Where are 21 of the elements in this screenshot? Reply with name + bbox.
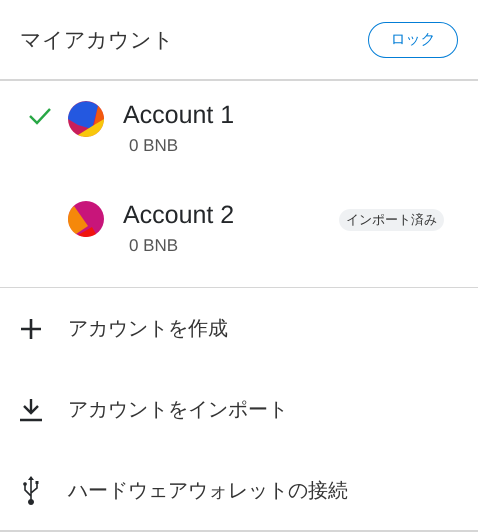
avatar-icon bbox=[68, 201, 104, 237]
menu-item-label: アカウントを作成 bbox=[68, 315, 228, 342]
menu-item[interactable]: アカウントをインポート bbox=[0, 369, 478, 450]
account-balance: 0 BNB bbox=[129, 136, 180, 156]
imported-badge: インポート済み bbox=[339, 209, 444, 231]
lock-button[interactable]: ロック bbox=[368, 22, 458, 58]
plus-icon bbox=[19, 316, 43, 340]
usb-icon bbox=[23, 476, 39, 506]
avatar-icon bbox=[68, 101, 104, 137]
menu-title: マイアカウント bbox=[20, 26, 174, 54]
account-item[interactable]: Account 1 0 BNB bbox=[0, 83, 478, 183]
check-icon bbox=[28, 107, 52, 125]
menu-item-label: ハードウェアウォレットの接続 bbox=[68, 477, 348, 504]
account-balance: 0 BNB bbox=[129, 236, 180, 256]
account-name: Account 1 bbox=[123, 101, 234, 130]
download-icon bbox=[19, 398, 43, 422]
menu-item[interactable]: アカウントを作成 bbox=[0, 288, 478, 369]
account-item[interactable]: Account 2 0 BNB インポート済み bbox=[0, 183, 478, 283]
menu-item[interactable]: ハードウェアウォレットの接続 bbox=[0, 450, 478, 531]
account-name: Account 2 bbox=[123, 201, 234, 230]
menu-item-label: アカウントをインポート bbox=[68, 396, 288, 423]
